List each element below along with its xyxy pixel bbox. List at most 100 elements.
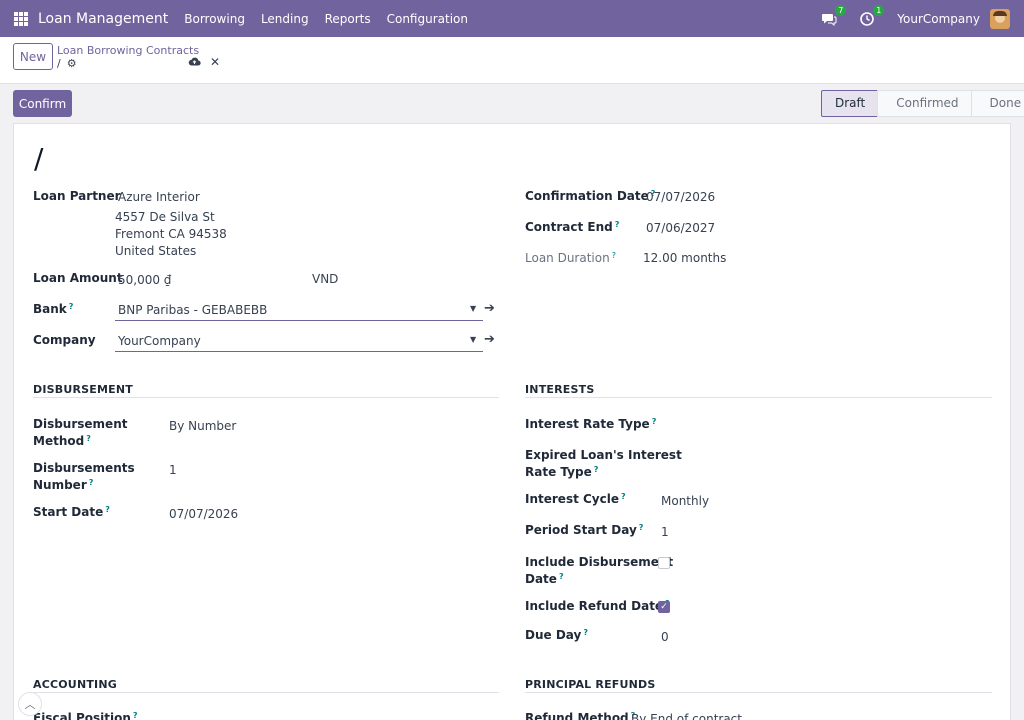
help-tooltip-icon[interactable]: ? (652, 417, 657, 426)
breadcrumb-parent-link[interactable]: Loan Borrowing Contracts (57, 44, 199, 57)
bank-value: BNP Paribas - GEBABEBB (118, 303, 268, 317)
stage-done[interactable]: Done (970, 90, 1024, 117)
record-name-field[interactable]: / (34, 142, 43, 175)
messages-count-badge: 7 (835, 4, 847, 16)
help-tooltip-icon[interactable]: ? (105, 505, 110, 514)
disbursements-number-value[interactable]: 1 (169, 463, 177, 477)
chevron-up-icon: ︿ (24, 698, 36, 711)
confirmation-date-value[interactable]: 07/07/2026 (646, 190, 715, 204)
company-switcher[interactable]: YourCompany (897, 12, 980, 26)
accounting-section-title: ACCOUNTING (33, 678, 117, 691)
interest-cycle-value[interactable]: Monthly (661, 494, 709, 508)
scroll-to-top-button[interactable]: ︿ (18, 692, 42, 716)
interests-section-title: INTERESTS (525, 383, 595, 396)
menu-reports[interactable]: Reports (325, 12, 371, 26)
interest-cycle-label: Interest Cycle? (525, 492, 626, 506)
help-tooltip-icon[interactable]: ? (559, 572, 564, 581)
disbursement-method-label-2: Method? (33, 434, 91, 448)
disbursements-number-label: Disbursements (33, 461, 135, 475)
period-start-day-label: Period Start Day? (525, 523, 644, 537)
navbar-systray: 7 1 YourCompany (821, 0, 1010, 37)
form-sheet: / Loan Partner Azure Interior 4557 De Si… (13, 123, 1011, 720)
currency-value: VND (312, 272, 339, 286)
address-line-2: Fremont CA 94538 (115, 227, 227, 241)
section-divider (33, 397, 499, 398)
help-tooltip-icon[interactable]: ? (69, 302, 74, 311)
apps-menu-icon[interactable] (14, 11, 28, 26)
include-refund-date-label: Include Refund Date? (525, 599, 670, 613)
menu-lending[interactable]: Lending (261, 12, 309, 26)
user-avatar[interactable] (990, 8, 1010, 29)
discard-close-icon[interactable]: ✕ (210, 55, 220, 69)
refund-method-value[interactable]: By End of contract (631, 712, 742, 720)
help-tooltip-icon[interactable]: ? (615, 220, 620, 229)
help-tooltip-icon[interactable]: ? (86, 434, 91, 443)
principal-refunds-section-title: PRINCIPAL REFUNDS (525, 678, 656, 691)
disbursement-method-value[interactable]: By Number (169, 419, 236, 433)
stage-confirmed[interactable]: Confirmed (877, 90, 972, 117)
help-tooltip-icon[interactable]: ? (612, 251, 616, 260)
contract-end-value[interactable]: 07/06/2027 (646, 221, 715, 235)
breadcrumb-current: / ⚙ (57, 57, 77, 70)
loan-partner-label: Loan Partner (33, 189, 121, 203)
bank-select[interactable]: BNP Paribas - GEBABEBB ▼ (115, 299, 483, 321)
loan-amount-value[interactable]: 50,000 ₫ (118, 273, 171, 287)
new-button[interactable]: New (13, 43, 53, 70)
confirmation-date-label: Confirmation Date? (525, 189, 656, 203)
control-panel: New Loan Borrowing Contracts / ⚙ ✕ (0, 37, 1024, 84)
interest-rate-type-label: Interest Rate Type? (525, 417, 657, 431)
start-date-value[interactable]: 07/07/2026 (169, 507, 238, 521)
messages-button[interactable]: 7 (821, 4, 847, 27)
period-start-day-value[interactable]: 1 (661, 525, 669, 539)
due-day-value[interactable]: 0 (661, 630, 669, 644)
loan-duration-label: Loan Duration? (525, 251, 616, 265)
include-refund-date-checkbox[interactable]: ✓ (658, 601, 670, 613)
address-line-3: United States (115, 244, 197, 258)
expired-rate-type-label: Expired Loan's Interest (525, 448, 682, 462)
help-tooltip-icon[interactable]: ? (621, 492, 626, 501)
app-title[interactable]: Loan Management (38, 11, 168, 27)
caret-down-icon: ▼ (470, 304, 477, 313)
due-day-label: Due Day? (525, 628, 588, 642)
disbursement-section-title: DISBURSEMENT (33, 383, 133, 396)
help-tooltip-icon[interactable]: ? (133, 711, 138, 720)
loan-amount-label: Loan Amount (33, 271, 123, 285)
help-tooltip-icon[interactable]: ? (594, 465, 599, 474)
expired-rate-type-label-2: Rate Type? (525, 465, 599, 479)
bank-open-arrow-icon[interactable]: ➔ (484, 301, 495, 316)
section-divider (525, 397, 992, 398)
start-date-label: Start Date? (33, 505, 110, 519)
section-divider (525, 692, 992, 693)
disbursement-method-label: Disbursement (33, 417, 128, 431)
save-cloud-icon[interactable] (188, 56, 201, 70)
breadcrumb-record-name: / (57, 57, 61, 70)
main-menu: Borrowing Lending Reports Configuration (184, 12, 484, 26)
section-divider (33, 692, 499, 693)
stage-draft[interactable]: Draft (821, 90, 879, 117)
refund-method-label: Refund Method? (525, 711, 636, 720)
caret-down-icon: ▼ (470, 335, 477, 344)
include-disbursement-date-label: Include Disbursement (525, 555, 674, 569)
menu-borrowing[interactable]: Borrowing (184, 12, 245, 26)
address-line-1: 4557 De Silva St (115, 210, 215, 224)
confirm-button[interactable]: Confirm (13, 90, 72, 117)
menu-configuration[interactable]: Configuration (387, 12, 468, 26)
gear-icon[interactable]: ⚙ (67, 57, 77, 70)
contract-end-label: Contract End? (525, 220, 620, 234)
loan-partner-value[interactable]: Azure Interior (118, 190, 200, 204)
help-tooltip-icon[interactable]: ? (89, 478, 94, 487)
loan-duration-value: 12.00 months (643, 251, 727, 265)
company-value: YourCompany (118, 334, 201, 348)
top-navbar: Loan Management Borrowing Lending Report… (0, 0, 1024, 37)
help-tooltip-icon[interactable]: ? (639, 523, 644, 532)
checkmark-icon: ✓ (660, 602, 668, 612)
disbursements-number-label-2: Number? (33, 478, 94, 492)
activities-count-badge: 1 (873, 4, 885, 16)
help-tooltip-icon[interactable]: ? (583, 628, 588, 637)
activities-button[interactable]: 1 (859, 4, 885, 27)
status-stages: Draft Confirmed Done (821, 90, 1024, 117)
company-open-arrow-icon[interactable]: ➔ (484, 332, 495, 347)
company-label: Company (33, 333, 96, 347)
include-disbursement-date-checkbox[interactable] (658, 557, 670, 569)
company-select[interactable]: YourCompany ▼ (115, 330, 483, 352)
